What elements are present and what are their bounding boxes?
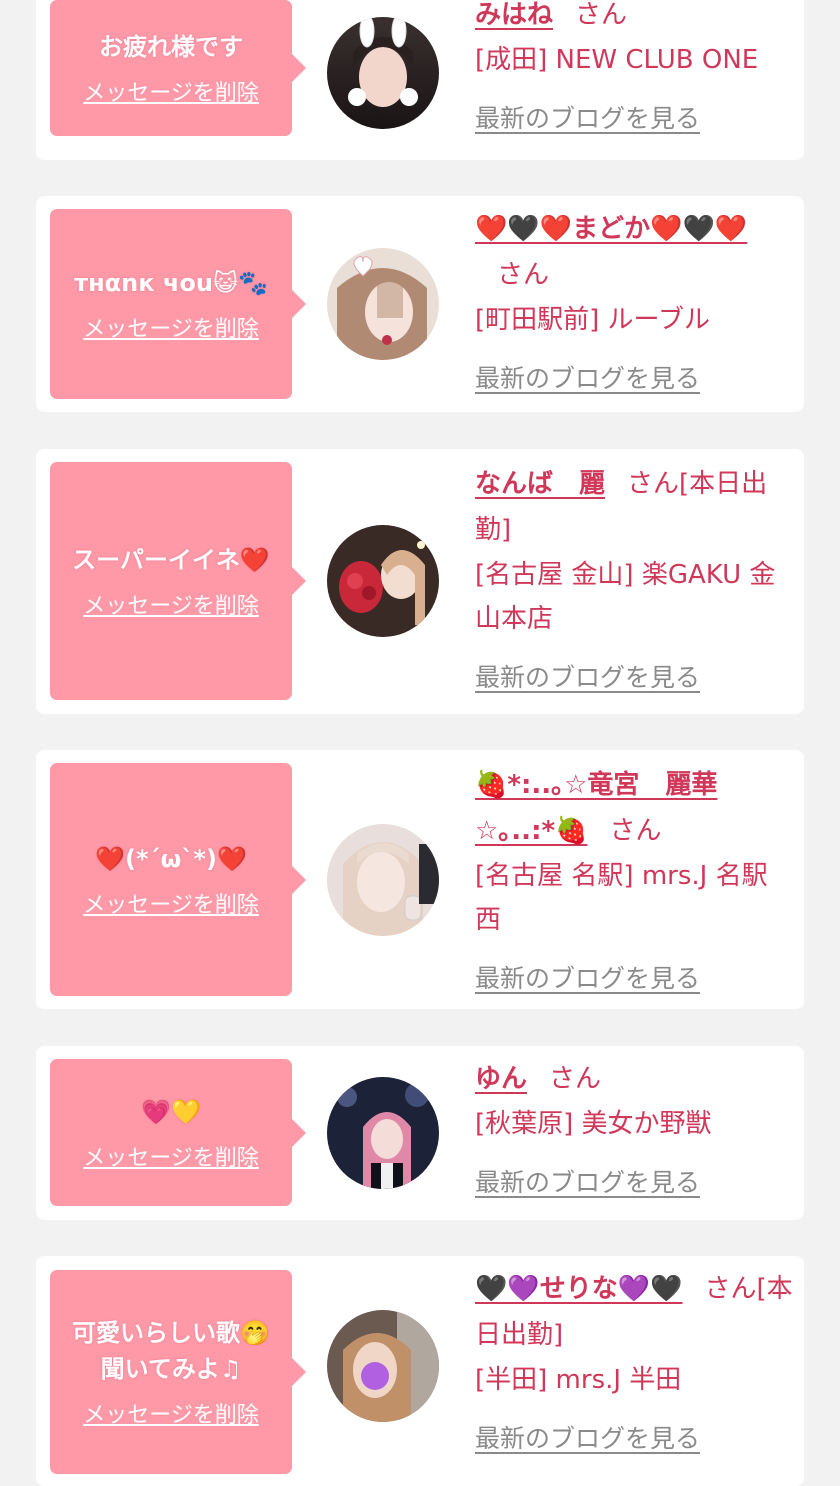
cast-info: 🍓*:..｡☆竜宮 麗華☆｡..:*🍓 さん [名古屋 名駅] mrs.J 名駅西… xyxy=(475,762,793,1002)
avatar[interactable] xyxy=(327,525,439,637)
message-card: お疲れ様です メッセージを削除 みはね さん [成田] NEW CLUB ONE … xyxy=(36,0,804,160)
latest-blog-link[interactable]: 最新のブログを見る xyxy=(475,356,700,402)
message-card: 💗💛 メッセージを削除 ゆん さん [秋葉原] 美女か野獣 最新のブログを見る xyxy=(36,1046,804,1220)
latest-blog-link[interactable]: 最新のブログを見る xyxy=(475,1416,700,1462)
message-bubble: 可愛いらしい歌🤭聞いてみよ♫ メッセージを削除 xyxy=(50,1270,306,1474)
avatar[interactable] xyxy=(327,824,439,936)
avatar[interactable] xyxy=(327,1310,439,1422)
cast-info: 🖤💜せりな💜🖤 さん[本日出勤] [半田] mrs.J 半田 最新のブログを見る xyxy=(475,1266,793,1462)
delete-message-link[interactable]: メッセージを削除 xyxy=(83,75,259,107)
cast-info: ゆん さん [秋葉原] 美女か野獣 最新のブログを見る xyxy=(475,1056,793,1206)
latest-blog-link[interactable]: 最新のブログを見る xyxy=(475,1160,700,1206)
honorific: さん xyxy=(609,816,662,846)
cast-name-link[interactable]: なんば 麗 xyxy=(475,469,605,499)
avatar[interactable] xyxy=(327,1077,439,1189)
message-card: тнαnк чou😺🐾 メッセージを削除 ❤️🖤❤️まどか❤️🖤❤️ さん [町田… xyxy=(36,196,804,412)
delete-message-link[interactable]: メッセージを削除 xyxy=(83,588,259,620)
shop-location: [名古屋 名駅] mrs.J 名駅西 xyxy=(475,861,768,935)
cast-info: みはね さん [成田] NEW CLUB ONE 最新のブログを見る xyxy=(475,0,793,142)
message-text: お疲れ様です xyxy=(99,33,243,61)
message-text: тнαnк чou😺🐾 xyxy=(74,269,268,297)
message-bubble: 💗💛 メッセージを削除 xyxy=(50,1059,306,1206)
message-text: 💗💛 xyxy=(141,1097,201,1126)
cast-info: ❤️🖤❤️まどか❤️🖤❤️ さん [町田駅前] ルーブル 最新のブログを見る xyxy=(475,206,793,402)
message-text: スーパーイイネ❤️ xyxy=(72,546,270,574)
avatar[interactable] xyxy=(327,248,439,360)
cast-name-link[interactable]: ゆん xyxy=(475,1064,527,1094)
honorific: さん xyxy=(704,1274,757,1304)
message-text: ❤️(*´ω`*)❤️ xyxy=(95,844,247,873)
message-bubble: ❤️(*´ω`*)❤️ メッセージを削除 xyxy=(50,763,306,996)
message-card: スーパーイイネ❤️ メッセージを削除 なんば 麗さん[本日出勤] [名古屋 金山… xyxy=(36,449,804,714)
message-bubble: お疲れ様です メッセージを削除 xyxy=(50,0,306,136)
honorific: さん xyxy=(549,1064,602,1094)
shop-location: [名古屋 金山] 楽GAKU 金山本店 xyxy=(475,560,776,634)
shop-location: [半田] mrs.J 半田 xyxy=(475,1365,682,1395)
delete-message-link[interactable]: メッセージを削除 xyxy=(83,1397,259,1429)
delete-message-link[interactable]: メッセージを削除 xyxy=(83,887,259,919)
message-card: ❤️(*´ω`*)❤️ メッセージを削除 🍓*:..｡☆竜宮 麗華☆｡..:*🍓… xyxy=(36,750,804,1009)
honorific: さん xyxy=(627,469,680,499)
shop-location: [成田] NEW CLUB ONE xyxy=(475,45,759,75)
message-bubble: スーパーイイネ❤️ メッセージを削除 xyxy=(50,462,306,700)
cast-info: なんば 麗さん[本日出勤] [名古屋 金山] 楽GAKU 金山本店 最新のブログ… xyxy=(475,461,793,701)
message-text: 可愛いらしい歌🤭聞いてみよ♫ xyxy=(72,1319,270,1383)
shop-location: [町田駅前] ルーブル xyxy=(475,305,710,335)
latest-blog-link[interactable]: 最新のブログを見る xyxy=(475,655,700,701)
latest-blog-link[interactable]: 最新のブログを見る xyxy=(475,96,700,142)
cast-name-link[interactable]: 🍓*:..｡☆竜宮 麗華☆｡..:*🍓 xyxy=(475,770,717,846)
message-bubble: тнαnк чou😺🐾 メッセージを削除 xyxy=(50,209,306,399)
honorific: さん xyxy=(575,0,628,30)
avatar[interactable] xyxy=(327,17,439,129)
cast-name-link[interactable]: 🖤💜せりな💜🖤 xyxy=(475,1274,683,1304)
delete-message-link[interactable]: メッセージを削除 xyxy=(83,1140,259,1172)
delete-message-link[interactable]: メッセージを削除 xyxy=(83,311,259,343)
message-card: 可愛いらしい歌🤭聞いてみよ♫ メッセージを削除 🖤💜せりな💜🖤 さん[本日出勤] … xyxy=(36,1256,804,1486)
shop-location: [秋葉原] 美女か野獣 xyxy=(475,1109,712,1139)
honorific: さん xyxy=(497,260,550,290)
cast-name-link[interactable]: みはね xyxy=(475,0,553,30)
latest-blog-link[interactable]: 最新のブログを見る xyxy=(475,956,700,1002)
cast-name-link[interactable]: ❤️🖤❤️まどか❤️🖤❤️ xyxy=(475,214,747,244)
